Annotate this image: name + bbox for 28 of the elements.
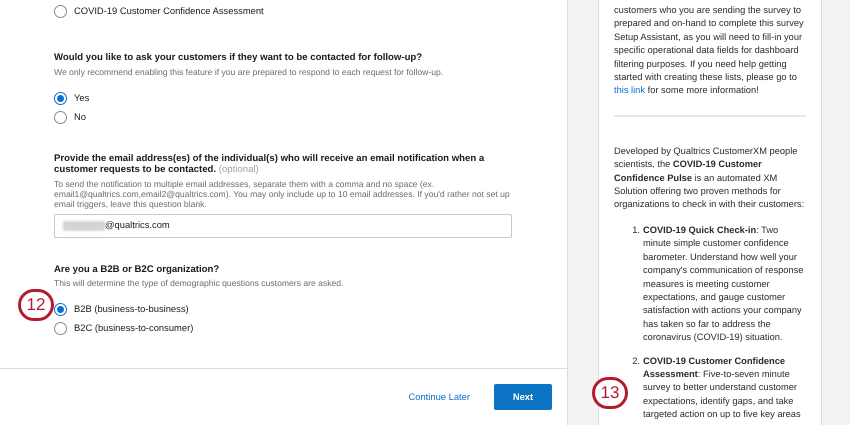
next-button[interactable]: Next bbox=[494, 384, 552, 410]
radio-button[interactable] bbox=[54, 303, 67, 316]
step-callout: 13 bbox=[592, 377, 628, 409]
method-description: COVID-19 Quick Check-in: Two minute simple customer confidence barometer. Understand how well your company's communication of response measures is meeting customer expectations, and gauge customer satisfaction with actions your company has taken so far to address the coronavirus (COVID-19) situation. bbox=[643, 224, 804, 344]
help-text: We only recommend enabling this feature if you are prepared to respond to each request for follow-up. bbox=[54, 66, 444, 76]
radio-button[interactable] bbox=[54, 92, 67, 104]
option-label: B2C (business-to-consumer) bbox=[74, 321, 194, 336]
question-title: Would you like to ask your customers if they want to be contacted for follow-up? bbox=[54, 52, 424, 64]
question-title: Are you a B2B or B2C organization? bbox=[54, 264, 220, 275]
help-text: To send the notification to multiple email addresses, separate them with a comma and no space (ex. email1@qualtrics.com,email2@qualtrics.com). You may only include up to 10 email addresses. If you'd rather not set up email triggers, leave this question blank. bbox=[54, 178, 511, 208]
help-link[interactable]: this link bbox=[614, 85, 646, 96]
method-description: COVID-19 Customer Confidence Assessment: Five-to-seven minute survey to better understand customer expectations, identify gaps, and take targeted action on up to five key areas bbox=[643, 354, 802, 422]
radio-button[interactable] bbox=[54, 110, 67, 124]
option-label: COVID-19 Customer Confidence Assessment bbox=[74, 4, 264, 18]
list-number: 1. bbox=[631, 224, 641, 237]
help-text: This will determine the type of demographic questions customers are asked. bbox=[54, 278, 344, 288]
email-field[interactable]: @qualtrics.com bbox=[54, 214, 512, 238]
option-label: Yes bbox=[74, 90, 90, 105]
option-label: B2B (business-to-business) bbox=[74, 302, 189, 316]
question-title: Provide the email address(es) of the individual(s) who will receive an email notification when a customer requests to be contacted. (optional) bbox=[54, 152, 486, 176]
radio-button[interactable] bbox=[54, 5, 67, 18]
step-callout: 12 bbox=[18, 289, 54, 321]
description-paragraph: Developed by Qualtrics CustomerXM people scientists, the COVID-19 Customer Confidence Pulse is an automated XM Solution offering two proven methods for organizations to check in with their customers: bbox=[614, 144, 806, 212]
list-number: 2. bbox=[631, 354, 641, 368]
intro-paragraph: customers who you are sending the survey to prepared and on-hand to complete this survey Setup Assistant, as you will need to fill-in your specific operational data fields for dashboard filtering purposes. If you need help getting started with creating these lists, please go to this link for some more information! bbox=[614, 4, 805, 98]
radio-button[interactable] bbox=[54, 322, 67, 335]
option-label: No bbox=[74, 110, 86, 124]
continue-later-link[interactable]: Continue Later bbox=[408, 390, 470, 404]
